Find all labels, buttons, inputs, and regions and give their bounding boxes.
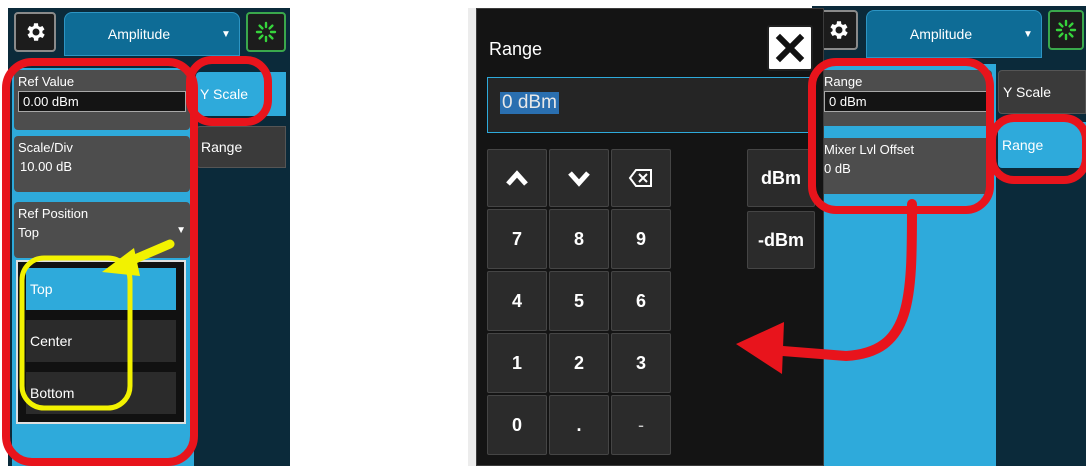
tab-y-scale[interactable]: Y Scale [196, 72, 286, 116]
ref-position-label: Ref Position [18, 206, 89, 221]
ref-position-control[interactable]: Ref Position Top ▼ [14, 202, 190, 258]
left-panel: Amplitude ▼ Ref Value 0.00 dBm Scale/Div… [8, 8, 290, 466]
key-0[interactable]: 0 [487, 395, 547, 455]
unit-neg-dbm-key[interactable]: -dBm [747, 211, 815, 269]
key-6[interactable]: 6 [611, 271, 671, 331]
gear-icon [27, 23, 45, 41]
scale-div-value: 10.00 dB [20, 159, 73, 174]
arrow-down-key[interactable] [549, 149, 609, 207]
key-2[interactable]: 2 [549, 333, 609, 393]
spinner-icon [255, 21, 277, 43]
left-menu-title: Amplitude [107, 26, 171, 42]
range-keypad-dialog: Range 0 dBm dBm 7 8 9 -dBm 4 5 6 1 2 3 0… [476, 8, 824, 466]
right-settings-button[interactable] [818, 10, 858, 50]
key-minus[interactable]: - [611, 395, 671, 455]
range-field[interactable]: 0 dBm [824, 91, 988, 112]
key-8[interactable]: 8 [549, 209, 609, 269]
right-menu-title: Amplitude [909, 26, 973, 42]
scale-div-label: Scale/Div [18, 140, 73, 155]
mixer-level-offset-label: Mixer Lvl Offset [824, 142, 915, 157]
option-bottom[interactable]: Bottom [26, 372, 176, 414]
unit-dbm-key[interactable]: dBm [747, 149, 815, 207]
key-7[interactable]: 7 [487, 209, 547, 269]
left-parameter-column: Ref Value 0.00 dBm Scale/Div 10.00 dB Re… [12, 68, 194, 466]
chevron-up-icon [506, 170, 528, 186]
range-control[interactable]: Range 0 dBm [820, 70, 992, 126]
ref-position-value: Top [18, 225, 39, 240]
left-menu-title-tab[interactable]: Amplitude ▼ [64, 12, 240, 56]
dropdown-arrow-icon: ▼ [221, 28, 231, 40]
key-decimal[interactable]: . [549, 395, 609, 455]
mixer-level-offset-control[interactable]: Mixer Lvl Offset 0 dB [820, 138, 992, 194]
gear-icon [830, 21, 848, 39]
backspace-key[interactable] [611, 149, 671, 207]
dialog-title: Range [489, 39, 543, 59]
spinner-icon [1055, 19, 1077, 41]
key-1[interactable]: 1 [487, 333, 547, 393]
left-settings-button[interactable] [14, 12, 56, 52]
range-label: Range [824, 74, 863, 89]
arrow-up-key[interactable] [487, 149, 547, 207]
left-status-indicator [246, 12, 286, 52]
close-button[interactable] [767, 25, 813, 71]
ref-value-label: Ref Value [18, 74, 75, 89]
key-3[interactable]: 3 [611, 333, 671, 393]
close-icon [775, 33, 805, 63]
entry-value: 0 dBm [500, 92, 559, 114]
ref-position-dropdown-list: Top Center Bottom [16, 260, 186, 424]
tab-range[interactable]: Range [196, 126, 286, 168]
right-panel: Amplitude ▼ Range 0 dBm Mixer Lvl Offset… [812, 6, 1086, 466]
ref-value-field[interactable]: 0.00 dBm [18, 91, 186, 112]
key-4[interactable]: 4 [487, 271, 547, 331]
mixer-level-offset-value: 0 dB [824, 161, 851, 176]
key-9[interactable]: 9 [611, 209, 671, 269]
dropdown-arrow-icon: ▼ [176, 225, 186, 236]
key-5[interactable]: 5 [549, 271, 609, 331]
dropdown-arrow-icon: ▼ [1023, 28, 1033, 40]
right-parameter-column: Range 0 dBm Mixer Lvl Offset 0 dB [818, 64, 996, 466]
tab-range[interactable]: Range [998, 122, 1086, 168]
ref-value-control[interactable]: Ref Value 0.00 dBm [14, 70, 190, 130]
entry-field[interactable]: 0 dBm [487, 77, 813, 133]
tab-y-scale[interactable]: Y Scale [998, 70, 1086, 114]
scale-div-control[interactable]: Scale/Div 10.00 dB [14, 136, 190, 192]
option-center[interactable]: Center [26, 320, 176, 362]
backspace-icon [628, 169, 652, 187]
option-top[interactable]: Top [26, 268, 176, 310]
right-menu-title-tab[interactable]: Amplitude ▼ [866, 10, 1042, 58]
right-status-indicator [1048, 10, 1084, 50]
chevron-down-icon [568, 171, 590, 187]
